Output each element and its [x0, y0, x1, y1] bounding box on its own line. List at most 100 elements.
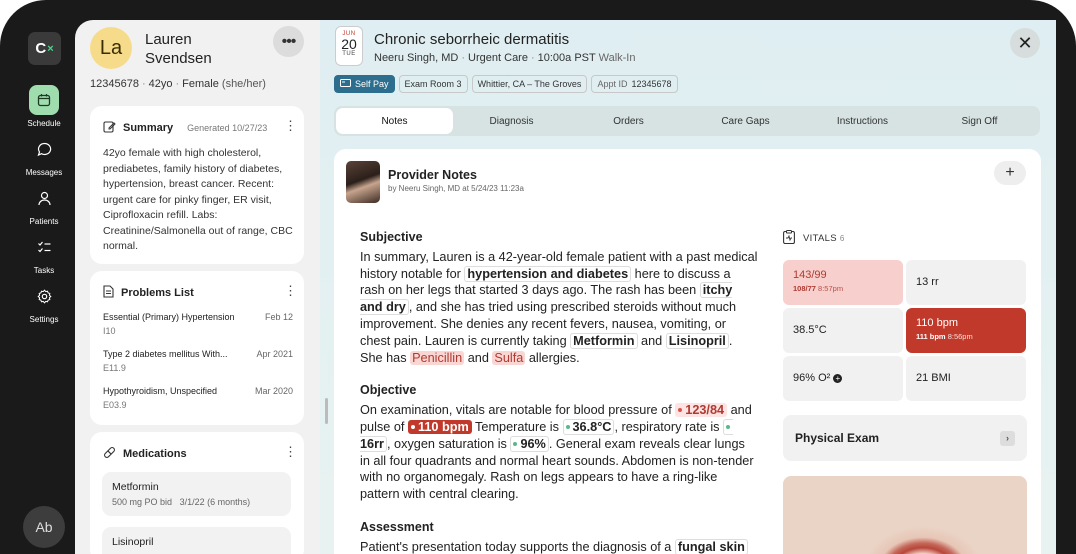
encounter-tags: Self Pay Exam Room 3 Whittier, CA – The … — [334, 75, 678, 93]
vital-tag-pulse[interactable]: 110 bpm — [407, 419, 472, 434]
medication-item[interactable]: Lisinopril — [102, 527, 291, 554]
medications-title: Medications — [123, 448, 187, 460]
vital-value: 21 BMI — [916, 372, 951, 384]
pill-icon — [103, 446, 116, 462]
tag-label: Exam Room 3 — [404, 79, 462, 89]
self-pay-tag[interactable]: Self Pay — [334, 75, 395, 93]
problem-date: Feb 12 — [264, 312, 293, 322]
vital-o2[interactable]: 96% O² + — [783, 356, 903, 401]
tag-label: Whittier, CA – The Groves — [477, 79, 582, 89]
date-day: 20 — [341, 36, 357, 52]
problem-item[interactable]: Essential (Primary) Hypertension Feb 12 … — [103, 312, 293, 336]
highlight-term: hypertension and diabetes — [464, 265, 632, 282]
vital-tag-bp[interactable]: 123/84 — [675, 403, 728, 418]
note-body[interactable]: Subjective In summary, Lauren is a 42-ye… — [360, 229, 758, 554]
subjective-heading: Subjective — [360, 230, 423, 244]
tab-diagnosis[interactable]: Diagnosis — [453, 108, 570, 134]
add-note-button[interactable]: + — [994, 161, 1026, 185]
problem-item[interactable]: Type 2 diabetes mellitus With... Apr 202… — [103, 349, 293, 373]
patient-first-name: Lauren — [145, 31, 192, 48]
appt-id-tag[interactable]: Appt ID 12345678 — [591, 75, 678, 93]
card-icon — [340, 79, 351, 89]
vital-value: 110 bpm — [916, 317, 958, 329]
nav-rail: C × Schedule Messages Patients Tasks Set… — [0, 0, 75, 554]
vital-rr[interactable]: 13 rr — [906, 260, 1026, 305]
nav-label: Settings — [29, 315, 59, 324]
problem-name: Type 2 diabetes mellitus With... — [103, 349, 228, 359]
problem-code: E11.9 — [103, 363, 126, 373]
encounter-type: Urgent Care — [468, 52, 528, 64]
tab-care-gaps[interactable]: Care Gaps — [687, 108, 804, 134]
problem-code: E03.9 — [103, 400, 127, 410]
medication-name: Metformin — [112, 481, 159, 493]
plus-icon: + — [1005, 164, 1015, 181]
problem-item[interactable]: Hypothyroidism, Unspecified Mar 2020 E03… — [103, 386, 293, 410]
plus-circle-icon: + — [833, 374, 843, 383]
objective-text: On examination, vitals are notable for b… — [360, 403, 754, 502]
room-tag[interactable]: Exam Room 3 — [398, 75, 468, 93]
summary-generated: Generated 10/27/23 — [187, 123, 268, 133]
vital-history: 111 bpm 8:56pm — [916, 332, 973, 341]
patient-avatar: La — [90, 27, 132, 69]
physical-exam-row[interactable]: Physical Exam › — [783, 415, 1027, 461]
logo-letter: C — [35, 40, 47, 57]
medications-menu-icon[interactable]: ⋮ — [284, 444, 297, 460]
vital-value: 38.5°C — [793, 324, 827, 336]
vital-history: 108/77 8:57pm — [793, 284, 844, 293]
notes-title: Provider Notes — [388, 168, 477, 182]
vital-tag-o2[interactable]: 96% — [510, 435, 549, 452]
patient-sidebar: La Lauren Svendsen ••• 12345678 · 42yo · Fem… — [75, 20, 320, 554]
vital-bp[interactable]: 143/99 108/77 8:57pm — [783, 260, 903, 305]
location-tag[interactable]: Whittier, CA – The Groves — [471, 75, 588, 93]
tab-notes[interactable]: Notes — [336, 108, 453, 134]
summary-title: Summary — [123, 122, 174, 134]
vitals-grid: 143/99 108/77 8:57pm 13 rr 38.5°C 110 bp… — [783, 260, 1027, 401]
vital-pulse[interactable]: 110 bpm 111 bpm 8:56pm — [906, 308, 1026, 353]
medication-sig: 500 mg PO bid 3/1/22 (6 months) — [112, 497, 251, 507]
encounter-tabs: Notes Diagnosis Orders Care Gaps Instruc… — [334, 106, 1040, 136]
tab-orders[interactable]: Orders — [570, 108, 687, 134]
vital-bmi[interactable]: 21 BMI — [906, 356, 1026, 401]
tag-value: 12345678 — [631, 79, 672, 89]
problem-date: Apr 2021 — [256, 349, 293, 359]
vitals-header: VITALS 6 — [783, 230, 845, 247]
app-frame: C × Schedule Messages Patients Tasks Set… — [0, 0, 1076, 554]
allergy-tag[interactable]: Penicillin — [410, 350, 465, 365]
tab-instructions[interactable]: Instructions — [804, 108, 921, 134]
more-options-button[interactable]: ••• — [273, 26, 304, 57]
vital-temp[interactable]: 38.5°C — [783, 308, 903, 353]
assessment-heading: Assessment — [360, 519, 434, 534]
vital-value: 143/99 — [793, 269, 827, 281]
provider-avatar — [346, 161, 380, 203]
tab-sign-off[interactable]: Sign Off — [921, 108, 1038, 134]
summary-menu-icon[interactable]: ⋮ — [284, 118, 297, 134]
patient-meta: 12345678 · 42yo · Female (she/her) — [90, 78, 266, 90]
rash-photo[interactable] — [783, 476, 1027, 554]
medication-name: Lisinopril — [112, 536, 154, 548]
logo-mark: × — [47, 42, 54, 55]
problems-menu-icon[interactable]: ⋮ — [284, 283, 297, 299]
chevron-right-icon: › — [1000, 430, 1015, 446]
problems-title: Problems List — [121, 287, 194, 299]
allergy-tag[interactable]: Sulfa — [492, 350, 526, 365]
problems-header: Problems List — [103, 285, 194, 301]
app-logo[interactable]: C × — [28, 32, 61, 65]
problems-card: Problems List ⋮ Essential (Primary) Hype… — [90, 271, 304, 425]
highlight-term: fungal skin — [674, 538, 748, 554]
summary-card: Summary Generated 10/27/23 ⋮ 42yo female… — [90, 106, 304, 264]
medication-tag[interactable]: Metformin — [570, 332, 638, 349]
patient-age: 42yo — [148, 78, 173, 90]
medication-tag[interactable]: Lisinopril — [665, 332, 729, 349]
patient-last-name: Svendsen — [145, 50, 212, 67]
person-icon — [29, 183, 59, 213]
close-icon: ✕ — [1017, 32, 1033, 53]
user-avatar[interactable]: Ab — [23, 506, 65, 548]
vital-tag-temp[interactable]: 36.8°C — [562, 418, 615, 435]
patient-mrn: 12345678 — [90, 78, 139, 90]
close-button[interactable]: ✕ — [1010, 28, 1040, 58]
medication-item[interactable]: Metformin 500 mg PO bid 3/1/22 (6 months… — [102, 472, 291, 516]
encounter-visit: Walk-In — [598, 52, 636, 64]
panel-resize-handle[interactable] — [325, 398, 328, 424]
tag-label: Appt ID — [597, 79, 628, 89]
summary-text: 42yo female with high cholesterol, predi… — [103, 147, 293, 252]
